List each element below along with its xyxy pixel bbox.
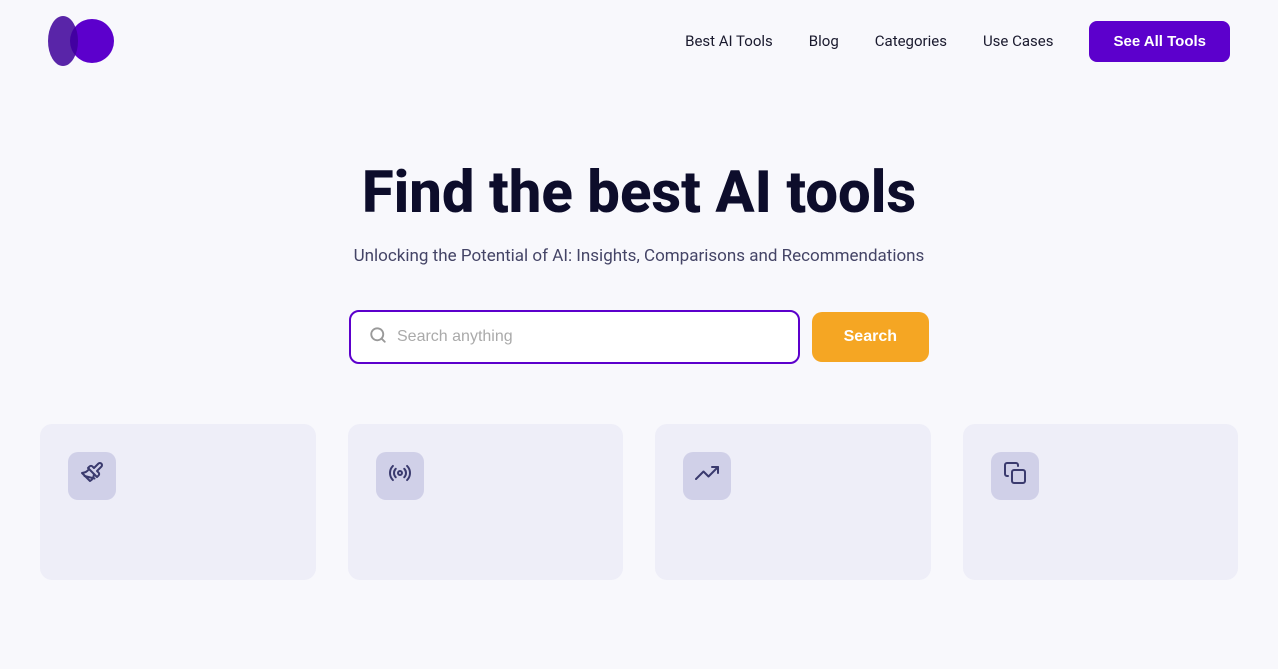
search-container: Search [349, 310, 929, 364]
hero-section: Find the best AI tools Unlocking the Pot… [0, 82, 1278, 424]
nav-blog[interactable]: Blog [809, 32, 839, 50]
card-2-icon-wrapper [376, 452, 424, 500]
card-2[interactable] [348, 424, 624, 580]
card-4-icon-wrapper [991, 452, 1039, 500]
paintbrush-icon [80, 461, 104, 491]
card-4[interactable] [963, 424, 1239, 580]
logo-icon [48, 16, 114, 66]
see-all-tools-button[interactable]: See All Tools [1089, 21, 1230, 62]
cards-row [0, 424, 1278, 580]
search-icon [369, 326, 387, 348]
search-button[interactable]: Search [812, 312, 929, 362]
copy-icon [1003, 461, 1027, 491]
nav-best-ai-tools[interactable]: Best AI Tools [685, 32, 773, 50]
nav-categories[interactable]: Categories [875, 32, 947, 50]
logo[interactable] [48, 16, 114, 66]
card-1[interactable] [40, 424, 316, 580]
card-3-icon-wrapper [683, 452, 731, 500]
navbar: Best AI Tools Blog Categories Use Cases … [0, 0, 1278, 82]
card-1-icon-wrapper [68, 452, 116, 500]
trending-up-icon [695, 461, 719, 491]
hero-title: Find the best AI tools [362, 162, 916, 226]
card-3[interactable] [655, 424, 931, 580]
podcast-icon [388, 461, 412, 491]
search-input-wrapper [349, 310, 800, 364]
nav-links: Best AI Tools Blog Categories Use Cases … [685, 21, 1230, 62]
nav-use-cases[interactable]: Use Cases [983, 32, 1054, 50]
hero-subtitle: Unlocking the Potential of AI: Insights,… [354, 246, 925, 266]
search-input[interactable] [397, 328, 780, 346]
